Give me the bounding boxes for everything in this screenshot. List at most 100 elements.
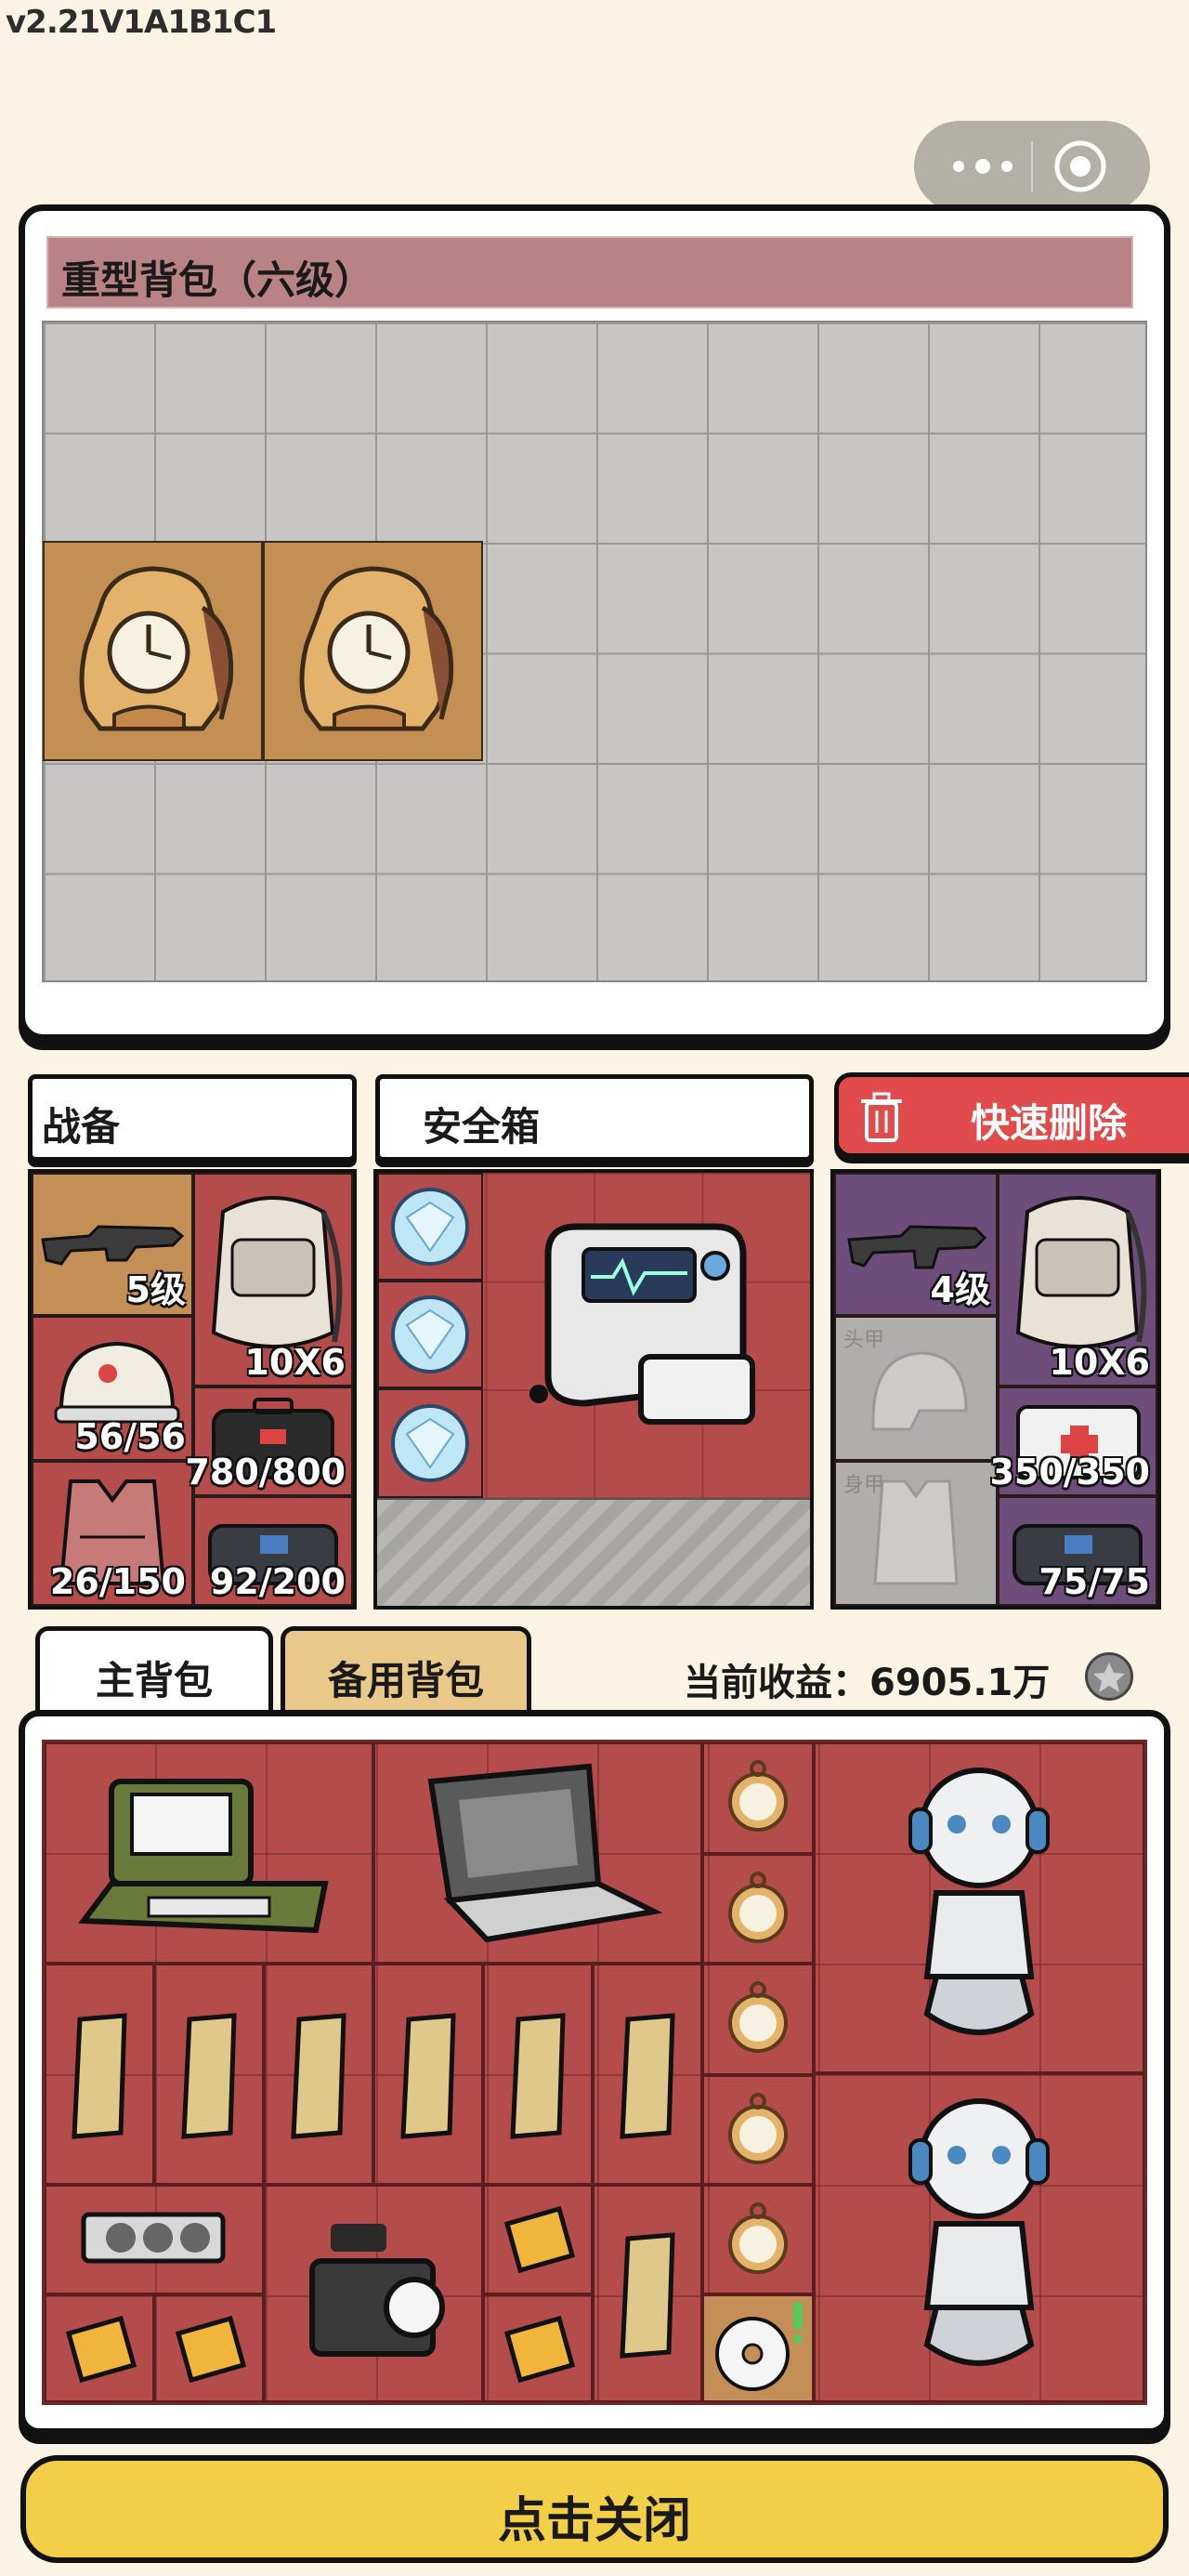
diamond-item[interactable] <box>377 1173 483 1281</box>
gold-bar-icon <box>510 2013 566 2139</box>
pocket-watch-icon <box>728 1760 788 1832</box>
weapon-slot[interactable]: 5级 <box>32 1173 193 1316</box>
clock-item[interactable] <box>43 541 263 761</box>
loot-weapon-slot[interactable]: 4级 <box>834 1173 998 1316</box>
gold-bar-item[interactable] <box>45 1964 154 2185</box>
video-camera-icon <box>309 2224 445 2357</box>
gold-card-icon <box>503 2205 576 2274</box>
loot-body-armor-slot[interactable]: 身甲 <box>834 1461 998 1606</box>
income-label: 当前收益： <box>684 1662 869 1704</box>
laptop-item[interactable] <box>373 1742 702 1964</box>
gold-bar-item[interactable] <box>373 1964 483 2185</box>
heavy-backpack-title: 重型背包（六级） <box>61 257 374 303</box>
pocket-watch-item[interactable] <box>702 2185 814 2294</box>
diamond-icon <box>391 1404 469 1482</box>
loot-medkit-amount: 350/350 <box>989 1452 1150 1492</box>
gold-bar-item[interactable] <box>593 2185 702 2402</box>
clock-item[interactable] <box>263 541 483 761</box>
loot-backpack-size: 10X6 <box>1049 1342 1150 1383</box>
diamond-item[interactable] <box>377 1388 483 1498</box>
gold-bar-item[interactable] <box>593 1964 702 2185</box>
loot-backpack-slot[interactable]: 10X6 <box>998 1173 1157 1387</box>
income-value: 6905.1万 <box>869 1662 1051 1704</box>
heavy-backpack-title-bar: 重型背包（六级） <box>46 236 1133 309</box>
diamond-item[interactable] <box>377 1281 483 1388</box>
gold-card-icon <box>503 2315 576 2384</box>
pocket-watch-item[interactable] <box>702 1854 814 1964</box>
graphics-card-icon <box>81 2212 226 2264</box>
gold-bar-item[interactable] <box>154 1964 264 2185</box>
robot-icon <box>908 2098 1050 2366</box>
robot-item[interactable] <box>814 1742 1144 2073</box>
bag-slot[interactable]: 92/200 <box>193 1496 353 1606</box>
diamond-icon <box>391 1295 469 1373</box>
tab-spare-label: 备用背包 <box>327 1658 484 1703</box>
bag-capacity: 92/200 <box>209 1561 346 1602</box>
laptop-icon <box>427 1763 663 1943</box>
disc-item[interactable] <box>702 2294 814 2402</box>
close-button-label: 点击关闭 <box>497 2493 691 2549</box>
target-icon[interactable] <box>1053 139 1107 193</box>
gold-bar-icon <box>181 2013 237 2139</box>
gold-bar-icon <box>620 2013 675 2139</box>
loot-head-armor-slot[interactable]: 头甲 <box>834 1316 998 1461</box>
antique-clock-icon <box>299 566 454 731</box>
medkit-amount: 780/800 <box>185 1452 346 1492</box>
close-button[interactable]: 点击关闭 <box>20 2455 1169 2563</box>
pocket-watch-item[interactable] <box>702 1742 814 1854</box>
gold-bar-icon <box>400 2013 456 2139</box>
backpack-size: 10X6 <box>244 1342 346 1383</box>
tab-main-backpack[interactable]: 主背包 <box>35 1626 273 1715</box>
coin-icon <box>1085 1652 1133 1701</box>
loot-bag-capacity: 75/75 <box>1039 1561 1150 1602</box>
tab-spare-backpack[interactable]: 备用背包 <box>281 1626 531 1715</box>
more-dots-icon[interactable] <box>946 151 1020 182</box>
graphics-card-item[interactable] <box>45 2185 264 2294</box>
antique-clock-icon <box>79 566 234 731</box>
safe-box-locked-area <box>377 1498 810 1606</box>
quick-delete-label: 快速删除 <box>971 1100 1128 1146</box>
cd-disc-icon <box>715 2302 803 2391</box>
tab-main-label: 主背包 <box>95 1658 213 1703</box>
gear-label-box: 战备 <box>28 1074 357 1162</box>
pocket-watch-icon <box>728 1981 788 2053</box>
mini-program-capsule <box>914 121 1150 212</box>
pocket-watch-icon <box>728 2202 788 2274</box>
pocket-watch-icon <box>728 2093 788 2164</box>
helmet-durability: 56/56 <box>74 1416 186 1457</box>
gold-bar-icon <box>620 2232 675 2359</box>
field-terminal-icon <box>78 1779 329 1934</box>
loot-medkit-slot[interactable]: 350/350 <box>989 1387 1157 1496</box>
helmet-slot[interactable]: 56/56 <box>32 1316 193 1461</box>
pocket-watch-item[interactable] <box>702 1964 814 2075</box>
medical-monitor-item[interactable] <box>502 1208 780 1459</box>
loot-bag-slot[interactable]: 75/75 <box>998 1496 1157 1606</box>
version-label: v2.21V1A1B1C1 <box>6 4 277 41</box>
gold-card-item[interactable] <box>483 2185 593 2294</box>
medical-monitor-icon <box>529 1223 755 1425</box>
diamond-icon <box>391 1188 469 1266</box>
gold-card-item[interactable] <box>154 2294 264 2402</box>
gold-bar-item[interactable] <box>483 1964 593 2185</box>
safe-box-label-box: 安全箱 <box>375 1074 814 1162</box>
backpack-slot[interactable]: 10X6 <box>193 1173 353 1387</box>
field-radio-item[interactable] <box>45 1742 373 1964</box>
gear-title: 战备 <box>42 1104 121 1150</box>
pocket-watch-item[interactable] <box>702 2075 814 2185</box>
weapon-level: 5级 <box>125 1269 186 1310</box>
medkit-slot[interactable]: 780/800 <box>185 1387 353 1496</box>
income-display: 当前收益：6905.1万 <box>684 1652 1050 1706</box>
gold-card-icon <box>175 2315 247 2384</box>
quick-delete-button[interactable]: 快速删除 <box>834 1072 1189 1158</box>
safe-box-title: 安全箱 <box>423 1104 541 1150</box>
camera-item[interactable] <box>264 2185 483 2402</box>
gold-card-item[interactable] <box>483 2294 593 2402</box>
gold-bar-item[interactable] <box>264 1964 373 2185</box>
robot-item[interactable] <box>814 2073 1144 2402</box>
loot-weapon-level: 4级 <box>930 1269 990 1310</box>
capsule-divider <box>1031 141 1033 191</box>
vest-slot[interactable]: 26/150 <box>32 1461 193 1606</box>
trash-icon <box>857 1090 906 1144</box>
gold-card-item[interactable] <box>45 2294 154 2402</box>
body-armor-label: 身甲 <box>843 1474 885 1497</box>
